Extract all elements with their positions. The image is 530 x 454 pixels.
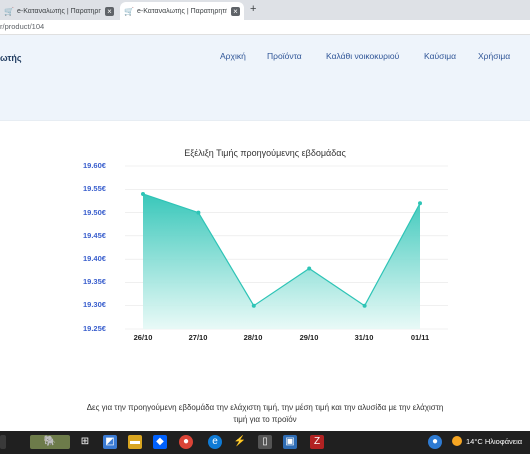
explorer-icon[interactable]: ▬ (128, 435, 142, 449)
data-point[interactable] (141, 191, 145, 196)
data-point[interactable] (362, 303, 367, 308)
edge-icon[interactable]: e (208, 435, 222, 449)
site-brand[interactable]: ωτής (0, 53, 22, 63)
x-tick-label: 28/10 (243, 333, 263, 342)
data-point[interactable] (418, 201, 422, 206)
browser-tab-active[interactable]: 🛒 e-Καταναλωτής | Παρατηρητήριο × (120, 2, 244, 20)
x-tick-label: 27/10 (188, 333, 208, 342)
new-tab-icon[interactable]: + (250, 3, 256, 15)
tab-title: e-Καταναλωτής | Παρατηρητήριο (137, 7, 227, 15)
price-chart: Εξέλιξη Τιμής προηγούμενης εβδομάδας 19.… (70, 140, 460, 350)
x-tick-label: 26/10 (133, 333, 153, 342)
x-tick-label: 01/11 (410, 333, 430, 342)
nav-basket[interactable]: Καλάθι νοικοκυριού (326, 51, 399, 61)
nav-useful[interactable]: Χρήσιμα (478, 51, 510, 61)
cart-icon: 🛒 (4, 6, 14, 16)
url-text: r/product/104 (0, 22, 45, 31)
nav-fuel[interactable]: Καύσιμα (424, 51, 456, 61)
data-point[interactable] (307, 266, 312, 271)
app-icon[interactable]: ▣ (283, 435, 297, 449)
browser-tab[interactable]: 🛒 e-Καταναλωτής | Παρατηρητήρι × (0, 2, 118, 20)
price-area (143, 193, 420, 329)
chart-plot (125, 165, 448, 330)
x-tick-label: 29/10 (299, 333, 319, 342)
chrome-icon[interactable]: ● (179, 435, 193, 449)
weather-widget[interactable]: 14°C Ηλιοφάνεια (452, 436, 522, 446)
close-icon[interactable]: × (231, 6, 240, 16)
close-icon[interactable]: × (105, 6, 114, 16)
weather-text: 14°C Ηλιοφάνεια (466, 436, 523, 446)
chart-description: Δες για την προηγούμενη εβδομάδα την ελά… (86, 403, 444, 424)
task-view-icon[interactable]: ⊞ (78, 435, 92, 449)
data-point[interactable] (251, 303, 256, 308)
terminal-icon[interactable]: ⚡ (233, 435, 247, 449)
cart-icon: 🛒 (124, 6, 134, 16)
x-tick-label: 31/10 (354, 333, 374, 342)
address-bar[interactable]: r/product/104 (0, 20, 530, 35)
elephant-wallpaper-icon: 🐘 (30, 435, 70, 449)
browser-tab-strip: 🛒 e-Καταναλωτής | Παρατηρητήρι × 🛒 e-Κατ… (0, 0, 530, 20)
sun-icon (452, 436, 462, 446)
site-header: ωτής Αρχική Προϊόντα Καλάθι νοικοκυριού … (0, 35, 530, 121)
app-icon[interactable]: ▯ (258, 435, 272, 449)
widgets-icon[interactable]: ◩ (103, 435, 117, 449)
data-point[interactable] (196, 210, 201, 215)
filezilla-icon[interactable]: Z (310, 435, 324, 449)
nav-home[interactable]: Αρχική (220, 51, 246, 61)
windows-icon[interactable] (0, 435, 6, 449)
taskbar: 🐘 ⊞ ◩ ▬ ◆ ● e ⚡ ▯ ▣ Z ● 14°C Ηλιοφάνεια (0, 431, 530, 454)
nav-products[interactable]: Προϊόντα (267, 51, 302, 61)
chat-icon[interactable]: ● (428, 435, 442, 449)
tab-title: e-Καταναλωτής | Παρατηρητήρι (17, 7, 101, 15)
dropbox-icon[interactable]: ◆ (153, 435, 167, 449)
